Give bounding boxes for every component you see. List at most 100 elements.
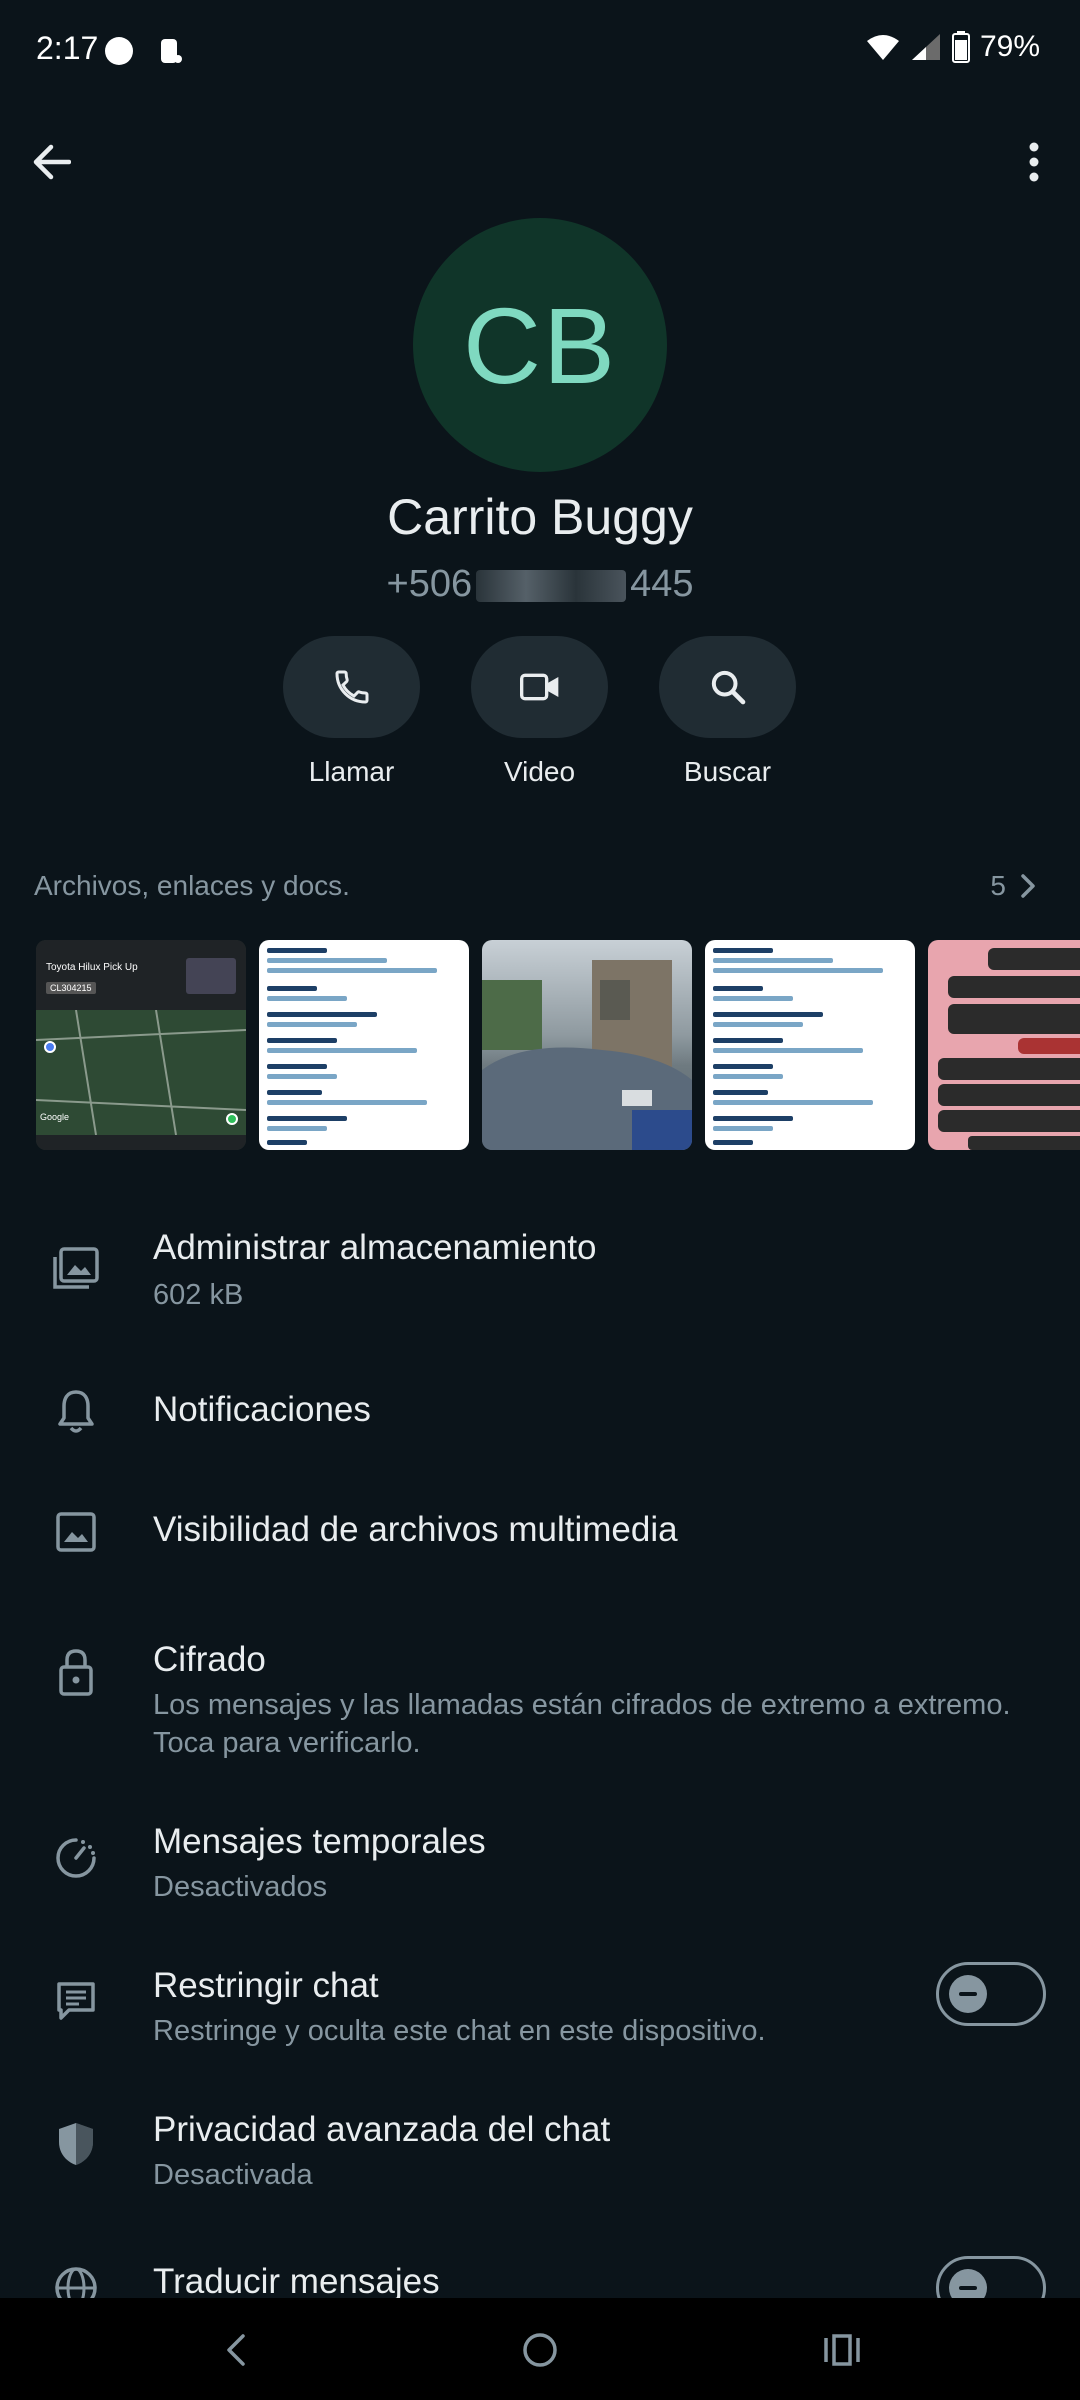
media-thumb-chat-screenshot[interactable] — [928, 940, 1080, 1150]
doc-line — [713, 1038, 783, 1043]
restrict-chat-icon — [48, 1974, 104, 2030]
notifications-title: Notificaciones — [153, 1390, 371, 1429]
back-button[interactable] — [22, 132, 82, 192]
phone-icon — [334, 670, 368, 704]
doc-line — [713, 1012, 823, 1017]
toggle-knob — [949, 1975, 987, 2013]
doc-line — [713, 986, 763, 991]
more-options-button[interactable] — [1004, 132, 1064, 192]
doc-line — [267, 1100, 427, 1105]
manage-storage-title: Administrar almacenamiento — [153, 1228, 597, 1267]
doc-line — [267, 986, 317, 991]
media-thumb-map[interactable]: Toyota Hilux Pick Up CL304215 Google — [36, 940, 246, 1150]
battery-icon — [951, 31, 970, 63]
timer-icon — [48, 1830, 104, 1886]
wifi-icon — [866, 35, 899, 60]
call-button[interactable]: Llamar — [283, 636, 420, 788]
call-pill[interactable] — [283, 636, 420, 738]
image-glyph — [56, 1512, 96, 1552]
storage-glyph — [53, 1247, 99, 1289]
media-thumb-document[interactable] — [705, 940, 915, 1150]
doc-line — [713, 1074, 783, 1079]
contact-phone: +506 445 — [0, 563, 1080, 606]
arrow-back-icon — [33, 144, 71, 180]
restrict-chat-row[interactable]: Restringir chat Restringe y oculta este … — [0, 1962, 1080, 2062]
signal-icon — [911, 34, 940, 60]
nav-recents-icon — [824, 2334, 860, 2366]
restrict-chat-title: Restringir chat — [153, 1966, 379, 2005]
disappearing-messages-title: Mensajes temporales — [153, 1822, 486, 1861]
shield-icon — [48, 2116, 104, 2172]
doc-line — [267, 1048, 417, 1053]
doc-line — [267, 1074, 337, 1079]
notification-app-icon — [161, 39, 182, 63]
doc-line — [267, 968, 437, 973]
chat-bubbles — [938, 948, 1080, 1150]
manage-storage-size: 602 kB — [153, 1279, 244, 1311]
shield-glyph — [59, 2123, 93, 2165]
restrict-chat-toggle[interactable] — [936, 1962, 1046, 2026]
search-pill[interactable] — [659, 636, 796, 738]
video-icon — [519, 673, 558, 701]
video-button[interactable]: Video — [471, 636, 608, 788]
doc-line — [267, 1012, 377, 1017]
doc-line — [713, 958, 833, 963]
advanced-privacy-status: Desactivada — [153, 2159, 313, 2191]
nav-back-button[interactable] — [206, 2320, 266, 2380]
media-thumb-photo[interactable] — [482, 940, 692, 1150]
video-pill[interactable] — [471, 636, 608, 738]
restrict-chat-subtitle: Restringe y oculta este chat en este dis… — [153, 2015, 766, 2047]
doc-line — [713, 1140, 753, 1145]
search-icon — [711, 670, 745, 705]
system-nav-bar — [0, 2298, 1080, 2400]
bell-glyph — [58, 1390, 94, 1433]
doc-line — [267, 1140, 307, 1145]
truck-photo — [186, 958, 236, 994]
media-header[interactable]: Archivos, enlaces y docs. 5 — [34, 868, 1046, 908]
doc-line — [713, 996, 793, 1001]
map-card-footer — [36, 1135, 246, 1150]
doc-line — [267, 1022, 357, 1027]
doc-line — [713, 1022, 803, 1027]
doc-line — [713, 1048, 863, 1053]
phone-prefix: +506 — [386, 563, 473, 605]
encryption-title: Cifrado — [153, 1640, 266, 1679]
manage-storage-row[interactable]: Administrar almacenamiento 602 kB — [0, 1222, 1080, 1330]
doc-line — [267, 958, 387, 963]
bell-icon — [48, 1384, 104, 1440]
doc-line — [713, 1100, 873, 1105]
nav-recents-button[interactable] — [812, 2320, 872, 2380]
search-button[interactable]: Buscar — [659, 636, 796, 788]
nav-home-button[interactable] — [510, 2320, 570, 2380]
map-card-plate: CL304215 — [46, 982, 96, 994]
avatar[interactable]: CB — [413, 218, 667, 472]
timer-glyph — [56, 1838, 96, 1878]
more-vert-icon — [1029, 142, 1039, 182]
doc-line — [713, 968, 883, 973]
nav-back-icon — [227, 2334, 245, 2366]
phone-redacted — [476, 569, 627, 602]
doc-line — [267, 1116, 347, 1121]
map-brand: Google — [40, 1112, 70, 1122]
doc-line — [267, 996, 347, 1001]
encryption-subtitle: Los mensajes y las llamadas están cifrad… — [153, 1689, 1011, 1759]
disappearing-messages-status: Desactivados — [153, 1871, 328, 1903]
media-thumb-document[interactable] — [259, 940, 469, 1150]
chevron-right-icon — [1021, 874, 1035, 898]
restrict-chat-glyph — [57, 1982, 95, 2020]
doc-line — [713, 1116, 793, 1121]
doc-line — [713, 1064, 773, 1069]
call-label: Llamar — [308, 756, 395, 787]
doc-line — [267, 1064, 327, 1069]
phone-suffix: 445 — [630, 563, 694, 605]
encryption-row[interactable]: Cifrado Los mensajes y las llamadas está… — [0, 1636, 1080, 1766]
disappearing-messages-row[interactable]: Mensajes temporales Desactivados — [0, 1818, 1080, 1918]
media-count: 5 — [990, 870, 1006, 901]
doc-line — [267, 1038, 337, 1043]
translate-messages-title: Traducir mensajes — [153, 2262, 440, 2301]
media-visibility-row[interactable]: Visibilidad de archivos multimedia — [0, 1500, 1080, 1560]
notifications-row[interactable]: Notificaciones — [0, 1380, 1080, 1440]
doc-line — [267, 948, 327, 953]
advanced-privacy-row[interactable]: Privacidad avanzada del chat Desactivada — [0, 2106, 1080, 2206]
video-label: Video — [503, 756, 576, 787]
